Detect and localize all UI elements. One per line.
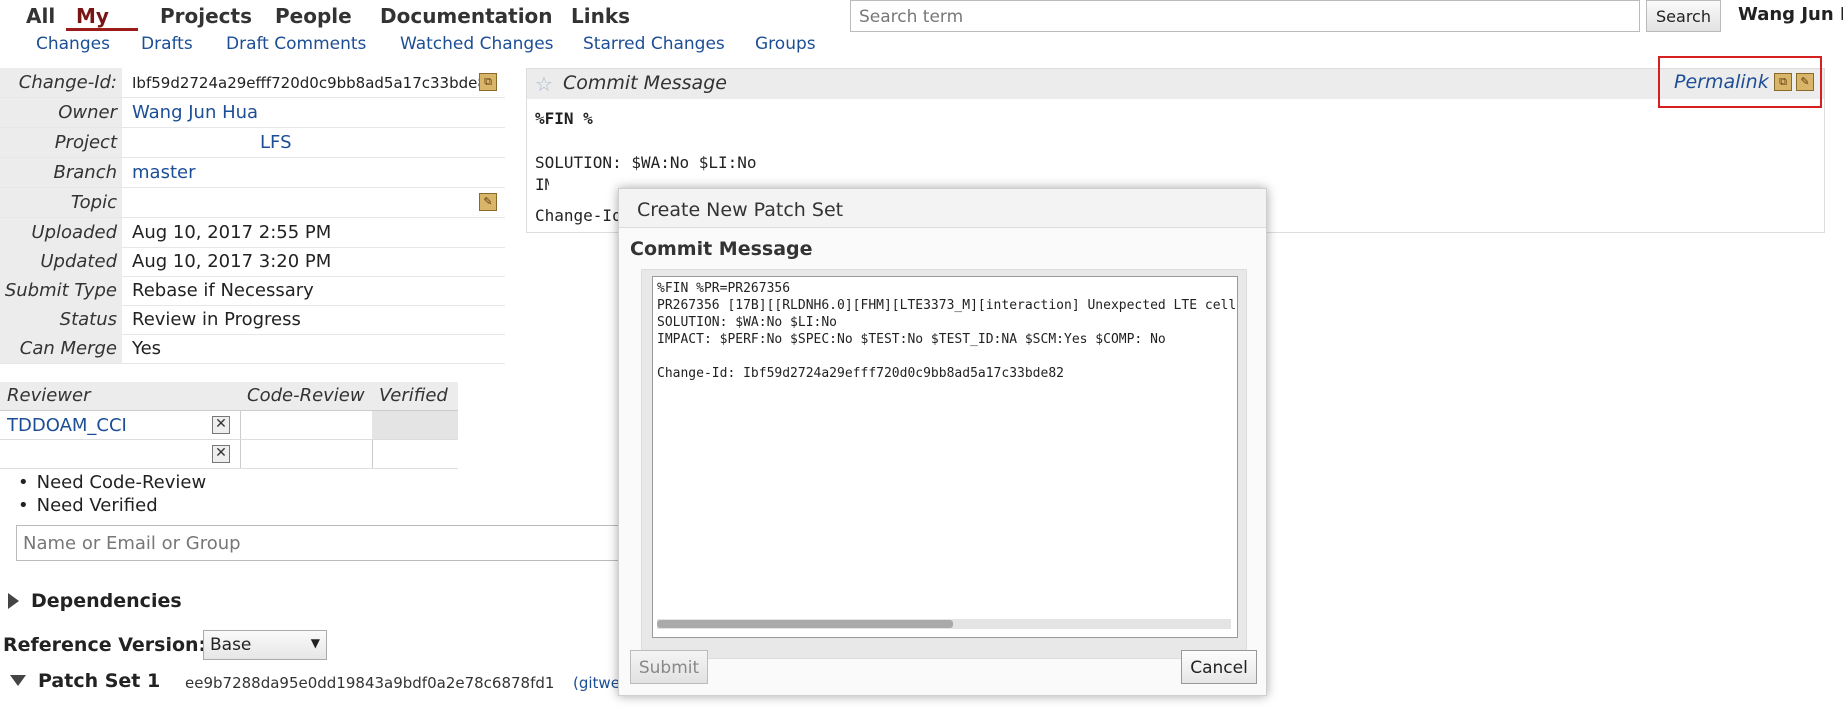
remove-reviewer-icon[interactable]: ✕ <box>212 445 230 463</box>
col-code-review: Code-Review <box>247 385 365 406</box>
subtab-groups[interactable]: Groups <box>755 34 816 54</box>
uploaded-value: Aug 10, 2017 2:55 PM <box>132 222 332 243</box>
label-submit-type: Submit Type <box>4 280 117 301</box>
gitweb-link[interactable]: (gitwe <box>573 674 620 692</box>
redaction <box>611 107 731 127</box>
remove-reviewer-icon[interactable]: ✕ <box>212 416 230 434</box>
reviewer-row: ✕ <box>0 440 458 469</box>
textarea-line: SOLUTION: $WA:No $LI:No <box>657 315 838 330</box>
row-updated: Updated Aug 10, 2017 3:20 PM <box>0 247 505 277</box>
patch-set-toggle[interactable]: Patch Set 1 <box>10 670 160 692</box>
textarea-line: Change-Id: Ibf59d2724a29efff720d0c9bb8ad… <box>657 366 1064 381</box>
can-merge-value: Yes <box>132 338 162 359</box>
label-topic: Topic <box>70 192 117 213</box>
row-owner: Owner Wang Jun Hua <box>0 98 505 128</box>
col-reviewer: Reviewer <box>7 385 91 406</box>
label-uploaded: Uploaded <box>31 222 117 243</box>
project-link[interactable]: LFS <box>260 132 292 153</box>
patch-set-commit: ee9b7288da95e0dd19843a9bdf0a2e78c6878fd1 <box>185 674 555 692</box>
label-project: Project <box>54 132 117 153</box>
create-patch-set-dialog: Create New Patch Set Commit Message %FIN… <box>618 188 1267 696</box>
row-submit-type: Submit Type Rebase if Necessary <box>0 276 505 306</box>
textarea-line: %FIN %PR=PR267356 <box>657 281 791 296</box>
cancel-button[interactable]: Cancel <box>1181 650 1257 684</box>
reviewer-row: TDDOAM_CCI ✕ <box>0 411 458 440</box>
label-can-merge: Can Merge <box>19 338 117 359</box>
horizontal-scrollbar[interactable] <box>657 619 1231 629</box>
chevron-down-icon: ▼ <box>310 636 320 650</box>
row-branch: Branch master <box>0 158 505 188</box>
textarea-frame: %FIN %PR=PR267356 PR267356 [17B][[RLDNH6… <box>641 269 1247 659</box>
row-uploaded: Uploaded Aug 10, 2017 2:55 PM <box>0 218 505 248</box>
row-change-id: Change-Id: Ibf59d2724a29efff720d0c9bb8ad… <box>0 68 505 98</box>
textarea-line: PR267356 [17B][[RLDNH6.0][FHM][LTE3373_M… <box>657 298 1237 313</box>
label-branch: Branch <box>53 162 118 183</box>
need-code-review: Need Code-Review <box>18 472 207 493</box>
owner-link[interactable]: Wang Jun Hua <box>132 102 258 123</box>
collapse-triangle-icon <box>10 675 26 686</box>
redaction <box>132 136 262 154</box>
needs-list: Need Code-Review Need Verified <box>18 472 207 518</box>
row-project: Project LFS <box>0 128 505 158</box>
reference-version-select[interactable]: Base ▼ <box>203 630 327 660</box>
reviewer-table-header: Reviewer Code-Review Verified <box>0 382 458 411</box>
copy-clipboard-icon[interactable]: ⧉ <box>1774 73 1792 91</box>
need-verified: Need Verified <box>18 495 206 516</box>
status-value: Review in Progress <box>132 309 301 330</box>
reference-version-label: Reference Version: <box>3 634 207 656</box>
user-menu[interactable]: Wang Jun H <box>1738 4 1843 25</box>
star-icon[interactable]: ☆ <box>535 72 553 96</box>
label-status: Status <box>59 309 117 330</box>
updated-value: Aug 10, 2017 3:20 PM <box>132 251 332 272</box>
active-tab-indicator <box>66 28 138 31</box>
textarea-line: IMPACT: $PERF:No $SPEC:No $TEST:No $TEST… <box>657 332 1166 347</box>
subtab-starred-changes[interactable]: Starred Changes <box>583 34 725 54</box>
search-input[interactable]: Search term <box>850 0 1640 32</box>
commit-message-title: Commit Message <box>563 72 727 94</box>
redaction <box>0 444 136 464</box>
dialog-title-bar[interactable]: Create New Patch Set <box>619 189 1266 228</box>
label-change-id: Change-Id: <box>18 72 117 93</box>
search-button[interactable]: Search <box>1646 0 1721 32</box>
tab-people[interactable]: People <box>275 4 352 28</box>
permalink-highlight: Permalink ⧉ ✎ <box>1658 56 1822 108</box>
dependencies-toggle[interactable]: Dependencies <box>8 590 182 612</box>
submit-type-value: Rebase if Necessary <box>132 280 314 301</box>
change-id-value: Ibf59d2724a29efff720d0c9bb8ad5a17c33bde8… <box>132 74 497 92</box>
subtab-changes[interactable]: Changes <box>36 34 110 54</box>
dialog-title: Create New Patch Set <box>637 199 844 221</box>
subtab-watched-changes[interactable]: Watched Changes <box>400 34 554 54</box>
edit-topic-icon[interactable]: ✎ <box>479 193 497 211</box>
tab-projects[interactable]: Projects <box>160 4 252 28</box>
copy-clipboard-icon[interactable]: ⧉ <box>479 73 497 91</box>
row-topic: Topic ✎ <box>0 188 505 218</box>
reviewer-name[interactable]: TDDOAM_CCI <box>7 415 127 436</box>
tab-documentation[interactable]: Documentation <box>380 4 553 28</box>
col-verified: Verified <box>379 385 448 406</box>
commit-line: Change-Io <box>535 206 622 225</box>
subtab-drafts[interactable]: Drafts <box>141 34 193 54</box>
add-reviewer-input[interactable]: Name or Email or Group <box>16 525 626 561</box>
branch-link[interactable]: master <box>132 162 195 183</box>
label-updated: Updated <box>40 251 117 272</box>
submit-button[interactable]: Submit <box>630 650 708 684</box>
commit-message-header: ☆ Commit Message <box>527 69 1824 99</box>
row-status: Status Review in Progress <box>0 305 505 335</box>
scrollbar-thumb[interactable] <box>657 620 953 628</box>
label-owner: Owner <box>58 102 117 123</box>
row-can-merge: Can Merge Yes <box>0 334 505 364</box>
edit-icon[interactable]: ✎ <box>1796 73 1814 91</box>
dialog-subtitle: Commit Message <box>630 238 813 260</box>
tab-links[interactable]: Links <box>571 4 630 28</box>
permalink-link[interactable]: Permalink <box>1674 71 1769 93</box>
subtab-draft-comments[interactable]: Draft Comments <box>226 34 366 54</box>
redaction <box>537 129 1797 151</box>
commit-line: %FIN % <box>535 109 593 128</box>
commit-message-textarea[interactable]: %FIN %PR=PR267356 PR267356 [17B][[RLDNH6… <box>652 276 1238 638</box>
commit-line: SOLUTION: $WA:No $LI:No <box>535 153 757 172</box>
tab-my[interactable]: My <box>76 4 109 28</box>
tab-all[interactable]: All <box>26 4 55 28</box>
expand-triangle-icon <box>8 593 19 609</box>
